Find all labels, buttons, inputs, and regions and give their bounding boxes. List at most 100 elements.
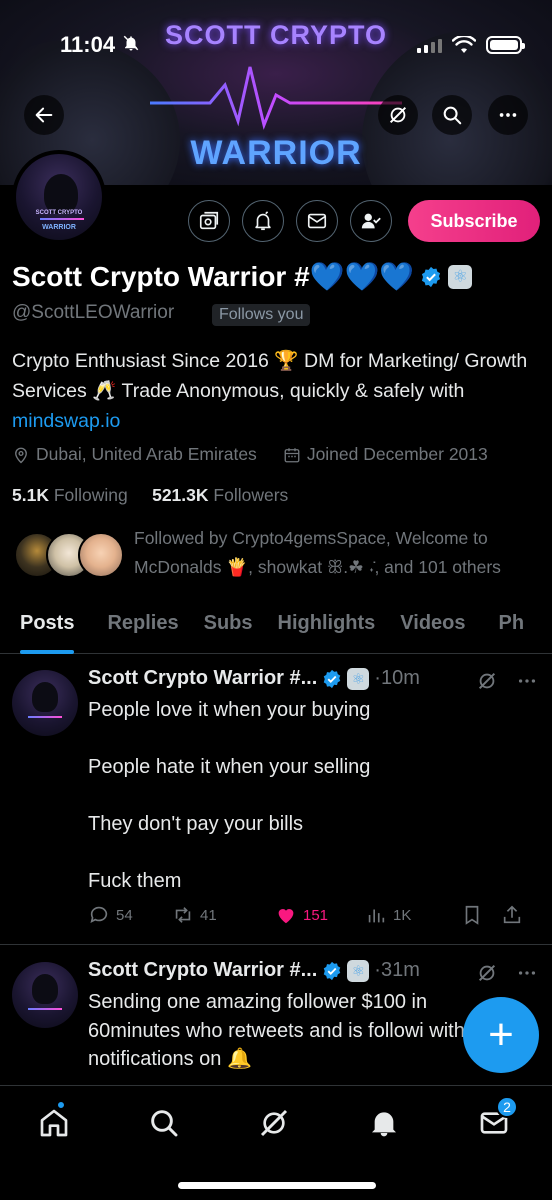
status-indicators bbox=[417, 36, 525, 54]
profile-joined: Joined December 2013 bbox=[306, 444, 488, 464]
more-icon bbox=[499, 113, 517, 117]
tab-replies[interactable]: Replies bbox=[107, 598, 178, 654]
affiliate-badge-icon: ⚛ bbox=[347, 959, 370, 982]
following-button[interactable] bbox=[350, 200, 392, 242]
following-label: Following bbox=[53, 485, 128, 505]
followers-count: 521.3K bbox=[152, 485, 209, 505]
share-icon bbox=[503, 905, 521, 924]
tab-highlights[interactable]: Highlights bbox=[278, 598, 376, 654]
repost-button[interactable]: 41 bbox=[172, 904, 275, 926]
messages-badge: 2 bbox=[496, 1096, 518, 1118]
following-count: 5.1K bbox=[12, 485, 49, 505]
bell-icon bbox=[372, 1112, 396, 1137]
verified-badge-icon bbox=[324, 669, 341, 688]
compose-post-button[interactable]: + bbox=[463, 997, 539, 1073]
search-icon bbox=[151, 1110, 178, 1137]
followers-link[interactable]: 521.3K Followers bbox=[152, 485, 288, 505]
verified-badge-icon bbox=[324, 961, 341, 980]
post-time: ·10m bbox=[374, 667, 420, 689]
notifications-toggle-button[interactable] bbox=[242, 200, 284, 242]
heart-filled-icon bbox=[278, 909, 294, 924]
post-tools bbox=[476, 962, 538, 984]
cellular-signal-icon bbox=[417, 37, 442, 53]
followed-by-avatars[interactable] bbox=[14, 532, 124, 582]
avatar-heartbeat-line bbox=[28, 716, 62, 718]
tab-videos[interactable]: Videos bbox=[400, 598, 465, 654]
repost-count: 41 bbox=[200, 906, 217, 924]
reply-icon bbox=[90, 906, 108, 923]
calendar-icon bbox=[284, 447, 300, 462]
post-avatar[interactable] bbox=[12, 670, 78, 736]
profile-avatar[interactable]: SCOTT CRYPTO WARRIOR bbox=[12, 150, 106, 244]
follow-counts: 5.1K Following 521.3K Followers bbox=[12, 485, 288, 506]
avatar-text-line2: WARRIOR bbox=[42, 224, 76, 231]
post-header: Scott Crypto Warrior #... ⚛ ·10m bbox=[88, 667, 420, 690]
post-tools bbox=[476, 670, 538, 692]
following-icon bbox=[361, 213, 381, 229]
grok-icon[interactable] bbox=[476, 962, 498, 984]
battery-icon bbox=[486, 36, 525, 54]
avatar-hood-figure bbox=[44, 174, 78, 214]
share-button[interactable] bbox=[501, 904, 531, 926]
tab-photos[interactable]: Ph bbox=[499, 598, 525, 654]
nav-grok[interactable] bbox=[254, 1103, 294, 1143]
nav-messages[interactable]: 2 bbox=[474, 1096, 518, 1143]
home-indicator[interactable] bbox=[178, 1182, 376, 1189]
nav-notifications[interactable] bbox=[364, 1103, 404, 1143]
heartbeat-graphic bbox=[150, 66, 402, 130]
bio-link[interactable]: mindswap.io bbox=[12, 410, 120, 432]
post-avatar[interactable] bbox=[12, 962, 78, 1028]
silent-mode-icon bbox=[122, 34, 140, 57]
tab-posts[interactable]: Posts bbox=[20, 598, 75, 654]
reply-count: 54 bbox=[116, 906, 133, 924]
profile-handle: @ScottLEOWarrior bbox=[12, 302, 175, 323]
reply-button[interactable]: 54 bbox=[88, 904, 172, 926]
more-icon[interactable] bbox=[516, 962, 538, 984]
avatar-hood-figure bbox=[32, 974, 58, 1004]
post-header: Scott Crypto Warrior #... ⚛ ·31m bbox=[88, 959, 420, 982]
profile-location: Dubai, United Arab Emirates bbox=[36, 444, 257, 464]
wifi-icon bbox=[452, 36, 476, 53]
affiliate-badge-icon[interactable]: ⚛ bbox=[448, 264, 473, 289]
post-author-name[interactable]: Scott Crypto Warrior #... bbox=[88, 959, 317, 982]
nav-search[interactable] bbox=[144, 1103, 184, 1143]
nav-home[interactable] bbox=[34, 1100, 74, 1143]
new-posts-dot bbox=[56, 1100, 66, 1110]
home-icon bbox=[40, 1109, 68, 1137]
avatar-text-line1: SCOTT CRYPTO bbox=[35, 210, 83, 216]
following-link[interactable]: 5.1K Following bbox=[12, 485, 128, 505]
search-button[interactable] bbox=[432, 95, 472, 135]
post[interactable]: Scott Crypto Warrior #... ⚛ ·10m People … bbox=[0, 654, 552, 945]
avatar-hood-figure bbox=[32, 682, 58, 712]
more-icon[interactable] bbox=[516, 670, 538, 692]
followers-label: Followers bbox=[213, 485, 289, 505]
repost-icon bbox=[175, 907, 191, 923]
follower-avatar bbox=[78, 532, 124, 578]
bookmark-button[interactable] bbox=[461, 904, 501, 926]
profile-name: Scott Crypto Warrior #💙💙💙 bbox=[12, 261, 415, 292]
profile-name-row: Scott Crypto Warrior #💙💙💙 ⚛ bbox=[12, 260, 473, 293]
verified-badge-icon[interactable] bbox=[420, 266, 442, 288]
back-button[interactable] bbox=[24, 95, 64, 135]
message-button[interactable] bbox=[296, 200, 338, 242]
affiliate-badge-icon: ⚛ bbox=[347, 667, 370, 690]
post-author-name[interactable]: Scott Crypto Warrior #... bbox=[88, 667, 317, 690]
bio-text: Crypto Enthusiast Since 2016 🏆 DM for Ma… bbox=[12, 350, 528, 402]
location-pin-icon bbox=[15, 447, 27, 463]
tab-subs[interactable]: Subs bbox=[204, 598, 253, 654]
status-time: 11:04 bbox=[60, 32, 116, 57]
grok-analysis-button[interactable] bbox=[188, 200, 230, 242]
like-button[interactable]: 151 bbox=[275, 904, 365, 926]
grok-button[interactable] bbox=[378, 95, 418, 135]
views-button[interactable]: 1K bbox=[365, 904, 461, 926]
notification-bell-icon bbox=[255, 211, 271, 231]
like-count: 151 bbox=[303, 906, 329, 924]
grok-icon[interactable] bbox=[476, 670, 498, 692]
more-button[interactable] bbox=[488, 95, 528, 135]
search-icon bbox=[443, 106, 462, 125]
views-chart-icon bbox=[368, 909, 385, 923]
grok-analysis-icon bbox=[199, 211, 219, 230]
post-engagement-bar: 54 41 151 1K bbox=[88, 904, 538, 926]
subscribe-button[interactable]: Subscribe bbox=[408, 200, 540, 242]
followed-by-text[interactable]: Followed by Crypto4gemsSpace, Welcome to… bbox=[134, 524, 544, 582]
